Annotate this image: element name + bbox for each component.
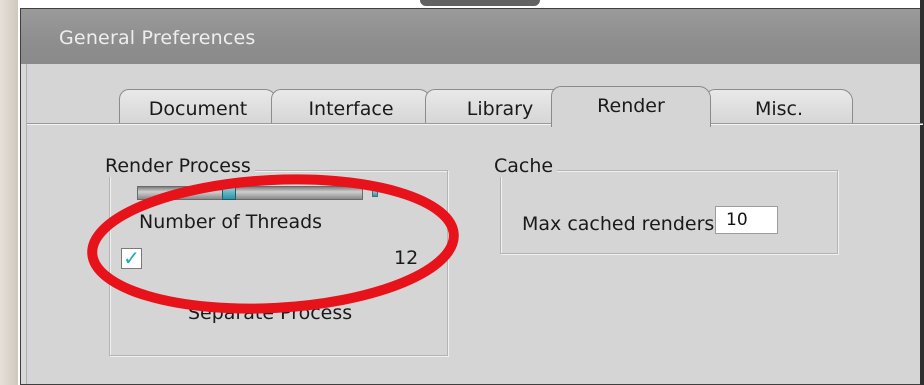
tab-label: Document bbox=[148, 98, 248, 120]
tab-misc[interactable]: Misc. bbox=[705, 89, 853, 123]
max-cached-label: Max cached renders bbox=[522, 213, 715, 235]
window-frame-edge bbox=[920, 0, 924, 385]
title-bar[interactable]: General Preferences bbox=[21, 9, 923, 64]
threads-slider-thumb[interactable] bbox=[221, 186, 236, 200]
render-process-title: Render Process bbox=[101, 155, 255, 177]
tab-label: Misc. bbox=[754, 98, 804, 120]
tab-document[interactable]: Document bbox=[119, 89, 277, 123]
threads-label: Number of Threads bbox=[139, 211, 323, 233]
threads-value: 12 bbox=[394, 247, 419, 269]
slider-max-tick bbox=[372, 190, 378, 197]
tab-label: Library bbox=[466, 98, 534, 120]
check-icon: ✓ bbox=[123, 246, 140, 270]
background-blur bbox=[420, 0, 540, 6]
separate-process-label: Separate Process bbox=[188, 302, 353, 324]
max-cached-value: 10 bbox=[726, 210, 748, 230]
threads-slider[interactable] bbox=[137, 186, 363, 200]
cache-title: Cache bbox=[490, 155, 558, 177]
cache-group bbox=[500, 170, 838, 254]
background-desktop bbox=[0, 0, 18, 385]
window-title: General Preferences bbox=[59, 27, 256, 49]
tab-interface[interactable]: Interface bbox=[271, 89, 431, 123]
tab-render[interactable]: Render bbox=[551, 86, 711, 127]
tab-label: Interface bbox=[308, 98, 394, 120]
tab-label: Render bbox=[597, 95, 665, 117]
max-cached-input[interactable]: 10 bbox=[715, 206, 778, 234]
separate-process-checkbox[interactable]: ✓ bbox=[121, 248, 142, 269]
tab-strip-divider bbox=[27, 123, 923, 125]
